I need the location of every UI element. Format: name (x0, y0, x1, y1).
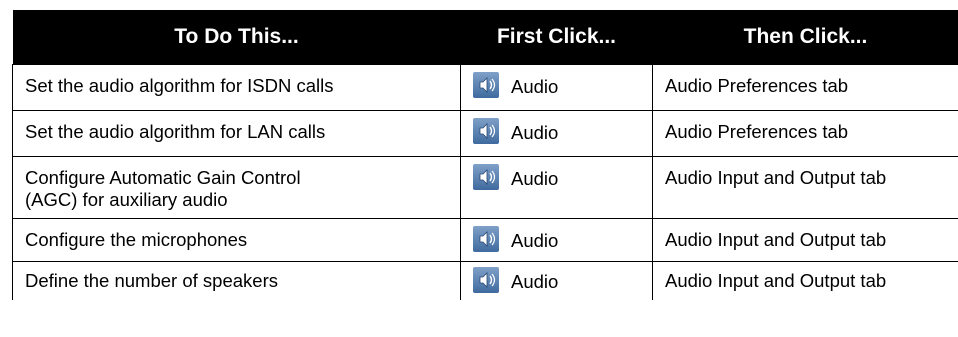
speaker-icon[interactable] (473, 118, 499, 144)
first-click-cell: Audio (460, 64, 653, 111)
table-header-row: To Do This... First Click... Then Click.… (12, 10, 958, 65)
task-cell: Set the audio algorithm for ISDN calls (12, 64, 461, 111)
header-then-click: Then Click... (652, 10, 958, 65)
task-cell: Set the audio algorithm for LAN calls (12, 110, 461, 157)
first-click-cell: Audio (460, 261, 653, 300)
table-row: Configure Automatic Gain Control (AGC) f… (12, 156, 958, 219)
audio-label: Audio (511, 75, 559, 97)
task-cell: Configure the microphones (12, 218, 461, 262)
task-line: Configure Automatic Gain Control (25, 167, 301, 188)
first-click-cell: Audio (460, 218, 653, 262)
then-click-cell: Audio Input and Output tab (652, 261, 958, 300)
first-click-cell: Audio (460, 110, 653, 157)
then-click-cell: Audio Preferences tab (652, 110, 958, 157)
task-cell: Define the number of speakers (12, 261, 461, 300)
audio-label: Audio (511, 270, 559, 292)
header-first-click: First Click... (460, 10, 653, 65)
table-row: Configure the microphones Audio Audio In… (12, 218, 958, 262)
audio-label: Audio (511, 121, 559, 143)
table-row: Set the audio algorithm for ISDN calls A… (12, 64, 958, 111)
speaker-icon[interactable] (473, 164, 499, 190)
then-click-cell: Audio Input and Output tab (652, 156, 958, 219)
task-line: (AGC) for auxiliary audio (25, 189, 228, 210)
audio-label: Audio (511, 167, 559, 189)
then-click-cell: Audio Input and Output tab (652, 218, 958, 262)
first-click-cell: Audio (460, 156, 653, 219)
table-row: Define the number of speakers Audio Audi… (12, 261, 958, 300)
speaker-icon[interactable] (473, 226, 499, 252)
then-click-cell: Audio Preferences tab (652, 64, 958, 111)
header-to-do-this: To Do This... (12, 10, 461, 65)
speaker-icon[interactable] (473, 72, 499, 98)
task-cell: Configure Automatic Gain Control (AGC) f… (12, 156, 461, 219)
table-row: Set the audio algorithm for LAN calls Au… (12, 110, 958, 157)
audio-label: Audio (511, 229, 559, 251)
speaker-icon[interactable] (473, 267, 499, 293)
audio-settings-table: To Do This... First Click... Then Click.… (12, 10, 958, 300)
